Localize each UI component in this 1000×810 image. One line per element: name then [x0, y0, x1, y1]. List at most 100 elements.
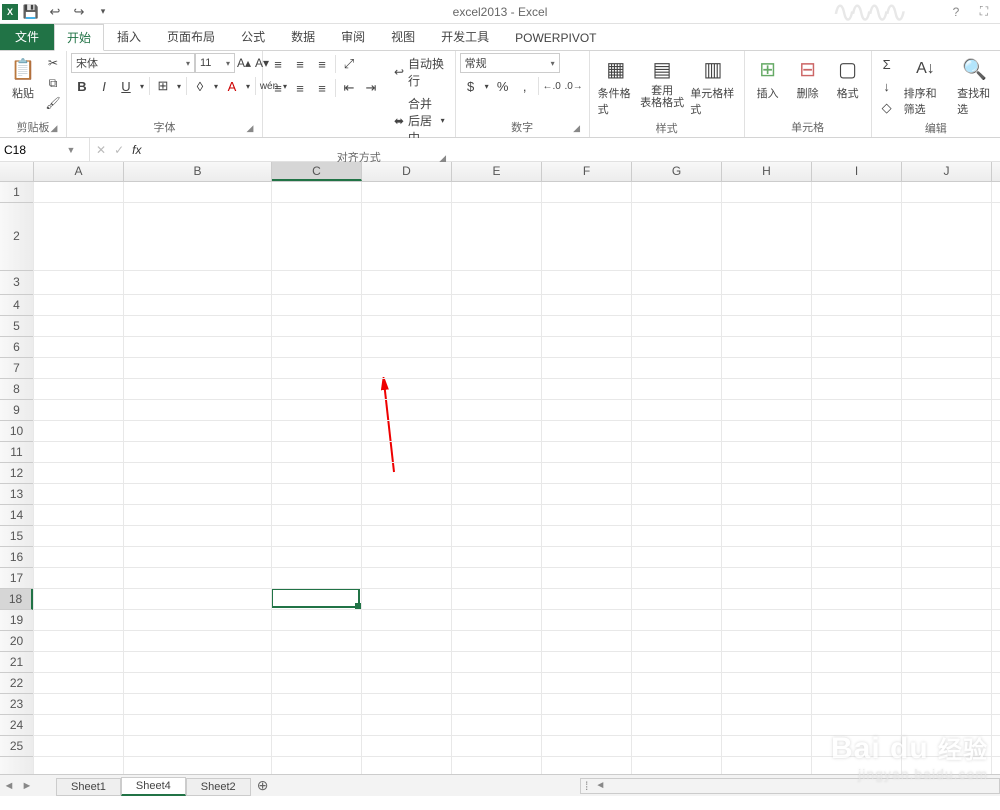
name-box[interactable]: ▼ — [0, 138, 90, 161]
sheet-tab-sheet4[interactable]: Sheet4 — [121, 777, 186, 796]
row-header[interactable]: 19 — [0, 610, 33, 631]
number-launcher-icon[interactable]: ◢ — [571, 123, 583, 135]
qat-customize-icon[interactable]: ▾ — [92, 2, 114, 22]
column-header[interactable]: H — [722, 162, 812, 181]
tab-pagelayout[interactable]: 页面布局 — [154, 23, 228, 50]
select-all-corner[interactable] — [0, 162, 34, 181]
fill-drop-icon[interactable]: ▾ — [211, 76, 221, 96]
row-header[interactable]: 7 — [0, 358, 33, 379]
sort-filter-button[interactable]: A↓排序和筛选 — [900, 53, 952, 119]
column-header[interactable]: D — [362, 162, 452, 181]
align-right-icon[interactable]: ≡ — [311, 77, 333, 99]
column-header[interactable]: I — [812, 162, 902, 181]
font-color-icon[interactable]: A — [221, 75, 243, 97]
copy-icon[interactable]: ⧉ — [44, 73, 62, 93]
add-sheet-button[interactable]: ⊕ — [251, 777, 275, 794]
conditional-format-button[interactable]: ▦条件格式 — [594, 53, 638, 119]
italic-button[interactable]: I — [93, 75, 115, 97]
column-header[interactable]: F — [542, 162, 632, 181]
decrease-decimal-icon[interactable]: .0→ — [563, 75, 585, 97]
row-header[interactable]: 12 — [0, 463, 33, 484]
insert-function-icon[interactable]: fx — [132, 143, 141, 157]
comma-icon[interactable]: , — [514, 75, 536, 97]
underline-button[interactable]: U — [115, 75, 137, 97]
align-left-icon[interactable]: ≡ — [267, 77, 289, 99]
format-cells-button[interactable]: ▢格式 — [829, 53, 867, 103]
qat-redo-icon[interactable]: ↪ — [68, 2, 90, 22]
tab-insert[interactable]: 插入 — [104, 23, 154, 50]
row-header[interactable]: 10 — [0, 421, 33, 442]
row-header[interactable]: 22 — [0, 673, 33, 694]
row-header[interactable]: 11 — [0, 442, 33, 463]
increase-decimal-icon[interactable]: ←.0 — [541, 75, 563, 97]
increase-indent-icon[interactable]: ⇥ — [360, 77, 382, 99]
accounting-icon[interactable]: $ — [460, 75, 482, 97]
orientation-icon[interactable]: ⤢ — [338, 53, 360, 75]
row-header[interactable]: 24 — [0, 715, 33, 736]
delete-cells-button[interactable]: ⊟删除 — [789, 53, 827, 103]
font-launcher-icon[interactable]: ◢ — [244, 123, 256, 135]
qat-undo-icon[interactable]: ↩ — [44, 2, 66, 22]
font-color-drop-icon[interactable]: ▾ — [243, 76, 253, 96]
row-header[interactable]: 1 — [0, 182, 33, 203]
percent-icon[interactable]: % — [492, 75, 514, 97]
row-header[interactable]: 15 — [0, 526, 33, 547]
paste-button[interactable]: 📋 粘贴 — [4, 53, 42, 103]
row-header[interactable]: 2 — [0, 203, 33, 271]
row-header[interactable]: 20 — [0, 631, 33, 652]
table-format-button[interactable]: ▤套用 表格格式 — [640, 53, 684, 111]
autosum-icon[interactable]: Σ — [876, 53, 898, 75]
row-header[interactable]: 6 — [0, 337, 33, 358]
align-middle-icon[interactable]: ≡ — [289, 53, 311, 75]
enter-formula-icon[interactable]: ✓ — [114, 143, 124, 157]
row-header[interactable]: 23 — [0, 694, 33, 715]
column-header[interactable]: A — [34, 162, 124, 181]
tab-powerpivot[interactable]: POWERPIVOT — [502, 26, 609, 50]
align-top-icon[interactable]: ≡ — [267, 53, 289, 75]
insert-cells-button[interactable]: ⊞插入 — [749, 53, 787, 103]
column-header[interactable]: J — [902, 162, 992, 181]
row-header[interactable]: 17 — [0, 568, 33, 589]
sheet-tab-sheet1[interactable]: Sheet1 — [56, 778, 121, 796]
border-icon[interactable]: ⊞ — [152, 75, 174, 97]
row-header[interactable]: 25 — [0, 736, 33, 757]
row-header[interactable]: 4 — [0, 295, 33, 316]
column-header[interactable]: C — [272, 162, 362, 181]
tab-file[interactable]: 文件 — [0, 23, 54, 50]
wrap-text-button[interactable]: ↩ 自动换行 — [388, 53, 451, 91]
border-drop-icon[interactable]: ▾ — [174, 76, 184, 96]
format-painter-icon[interactable]: 🖌 — [44, 93, 62, 113]
font-size-combo[interactable]: 11▾ — [195, 53, 235, 73]
increase-font-icon[interactable]: A▴ — [235, 53, 253, 73]
decrease-indent-icon[interactable]: ⇤ — [338, 77, 360, 99]
find-select-button[interactable]: 🔍查找和选 — [953, 53, 996, 119]
tab-view[interactable]: 视图 — [378, 23, 428, 50]
column-header[interactable]: E — [452, 162, 542, 181]
tab-data[interactable]: 数据 — [278, 23, 328, 50]
cut-icon[interactable]: ✂ — [44, 53, 62, 73]
accounting-drop-icon[interactable]: ▾ — [482, 76, 492, 96]
row-header[interactable]: 14 — [0, 505, 33, 526]
row-header[interactable]: 5 — [0, 316, 33, 337]
spreadsheet-grid[interactable]: ABCDEFGHIJ 12345678910111213141516171819… — [0, 162, 1000, 774]
tab-review[interactable]: 审阅 — [328, 23, 378, 50]
font-name-combo[interactable]: 宋体▾ — [71, 53, 195, 73]
align-center-icon[interactable]: ≡ — [289, 77, 311, 99]
tab-formulas[interactable]: 公式 — [228, 23, 278, 50]
row-header[interactable]: 18 — [0, 589, 33, 610]
name-box-input[interactable] — [0, 143, 62, 157]
row-header[interactable]: 16 — [0, 547, 33, 568]
ribbon-display-icon[interactable]: ⛶ — [972, 3, 996, 21]
clipboard-launcher-icon[interactable]: ◢ — [48, 123, 60, 135]
sheet-nav-next-icon[interactable]: ► — [18, 780, 36, 792]
qat-save-icon[interactable]: 💾 — [20, 2, 42, 22]
fill-color-icon[interactable]: ◊ — [189, 75, 211, 97]
clear-icon[interactable]: ◇ — [876, 97, 898, 119]
cancel-formula-icon[interactable]: ✕ — [96, 143, 106, 157]
tab-home[interactable]: 开始 — [54, 24, 104, 51]
row-header[interactable]: 8 — [0, 379, 33, 400]
number-format-combo[interactable]: 常规▾ — [460, 53, 560, 73]
fill-icon[interactable]: ↓ — [876, 75, 898, 97]
row-header[interactable]: 9 — [0, 400, 33, 421]
help-icon[interactable]: ? — [944, 3, 968, 21]
